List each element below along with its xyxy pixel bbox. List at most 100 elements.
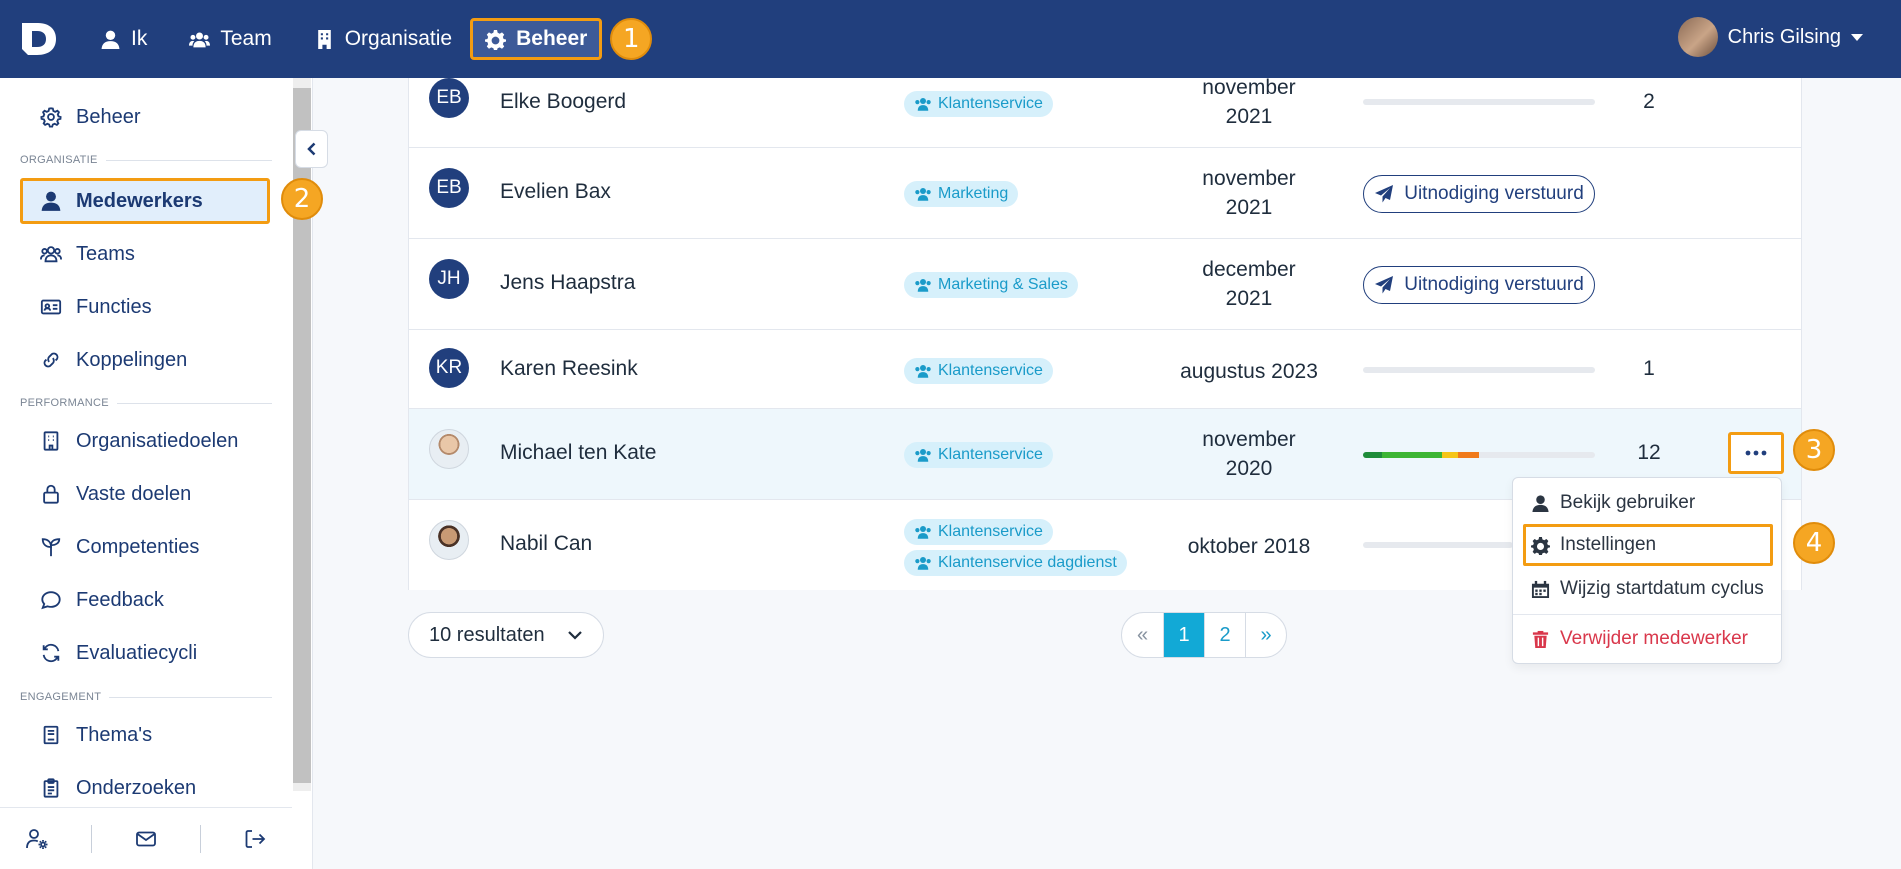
pagination-page-2[interactable]: 2 (1204, 613, 1245, 657)
chat-bubble-icon (41, 591, 61, 610)
start-date: augustus 2023 (1180, 360, 1318, 383)
pagination-page-1[interactable]: 1 (1163, 613, 1204, 657)
team-tags: Klantenservice (904, 358, 1053, 384)
menu-item-view-user[interactable]: Bekijk gebruiker (1523, 482, 1773, 524)
users-icon (915, 449, 931, 462)
employee-name[interactable]: Evelien Bax (500, 180, 611, 204)
top-navbar: Ik Team Organisatie Beheer 1 Chris Gilsi… (0, 0, 1901, 78)
start-date-month: november (1202, 167, 1296, 190)
nav-beheer[interactable]: Beheer (470, 18, 603, 60)
gear-icon (485, 29, 507, 50)
users-icon (915, 188, 931, 201)
sidebar-section-engagement: ENGAGEMENT (20, 691, 272, 703)
sidebar-item-label: Functies (76, 295, 152, 318)
logo-icon[interactable] (18, 19, 58, 59)
nav-team[interactable]: Team (185, 18, 275, 60)
link-icon (43, 352, 59, 368)
chevron-left-icon (306, 142, 315, 156)
user-name: Chris Gilsing (1727, 25, 1841, 48)
table-row[interactable]: KR Karen Reesink Klantenservice augustus… (409, 330, 1801, 409)
users-icon (915, 365, 931, 378)
pagination-next[interactable]: » (1245, 613, 1286, 657)
sidebar-item-functies[interactable]: Functies (20, 284, 270, 330)
sidebar-item-koppelingen[interactable]: Koppelingen (20, 337, 270, 383)
item-count: 2 (1643, 90, 1655, 113)
team-tags: Marketing & Sales (904, 272, 1078, 298)
book-icon (43, 725, 59, 745)
team-tag: Klantenservice dagdienst (904, 550, 1127, 576)
start-date-month: november (1202, 428, 1296, 451)
team-tag-label: Marketing (938, 185, 1009, 202)
caret-down-icon (1851, 33, 1863, 41)
team-tags: Marketing (904, 181, 1019, 207)
team-tag: Klantenservice (904, 358, 1053, 384)
start-date-year: 2021 (1225, 287, 1273, 310)
footer-divider (91, 824, 92, 853)
employee-name[interactable]: Karen Reesink (500, 357, 638, 381)
invitation-label: Uitnodiging verstuurd (1404, 183, 1584, 204)
nav-ik[interactable]: Ik (96, 18, 151, 60)
results-per-page-select[interactable]: 10 resultaten (408, 612, 604, 658)
start-date: oktober 2018 (1187, 535, 1311, 558)
sidebar-item-organisatiedoelen[interactable]: Organisatiedoelen (20, 418, 270, 464)
progress-segment (1458, 452, 1479, 458)
start-date-month: november (1202, 76, 1296, 99)
sidebar-item-beheer[interactable]: Beheer (20, 94, 270, 140)
row-actions-button[interactable] (1728, 432, 1784, 474)
table-row[interactable]: EB Evelien Bax Marketing november 2021 Ui… (409, 148, 1801, 239)
sidebar-item-evaluatiecycli[interactable]: Evaluatiecycli (20, 630, 270, 676)
user-menu[interactable]: Chris Gilsing (1677, 17, 1863, 57)
progress-bar (1363, 367, 1595, 373)
clipboard-icon (43, 778, 59, 798)
users-icon (915, 98, 931, 111)
progress-segment (1441, 452, 1459, 458)
nav-beheer-label: Beheer (516, 27, 588, 50)
table-row[interactable]: EB Elke Boogerd Klantenservice november 2… (409, 76, 1801, 148)
team-tag-label: Klantenservice (938, 362, 1043, 379)
avatar: JH (429, 259, 469, 299)
sidebar-item-competenties[interactable]: Competenties (20, 524, 270, 570)
pagination-previous[interactable]: « (1122, 613, 1163, 657)
envelope-icon (136, 831, 156, 846)
employee-name[interactable]: Jens Haapstra (500, 271, 635, 295)
menu-item-settings[interactable]: Instellingen (1523, 524, 1773, 566)
avatar-photo (429, 520, 469, 560)
table-row[interactable]: JH Jens Haapstra Marketing & Sales decem… (409, 239, 1801, 330)
employee-name[interactable]: Michael ten Kate (500, 441, 656, 465)
sidebar-item-medewerkers[interactable]: Medewerkers (20, 178, 270, 224)
paper-plane-icon (1375, 276, 1394, 294)
users-icon (915, 557, 931, 570)
sidebar-item-onderzoeken[interactable]: Onderzoeken (20, 765, 270, 811)
employee-name[interactable]: Elke Boogerd (500, 90, 626, 114)
step-badge-1: 1 (610, 18, 653, 60)
sidebar-item-teams[interactable]: Teams (20, 231, 270, 277)
team-tag: Klantenservice (904, 519, 1053, 545)
nav-organisatie[interactable]: Organisatie (310, 18, 456, 60)
employee-name[interactable]: Nabil Can (500, 532, 592, 556)
sidebar: Beheer ORGANISATIE Medewerkers Teams Fun… (0, 78, 323, 869)
sidebar-item-label: Onderzoeken (76, 776, 197, 799)
messages-button[interactable] (126, 819, 166, 859)
pagination: « 1 2 » (1121, 612, 1287, 658)
progress-bar (1363, 452, 1595, 458)
collapse-sidebar-button[interactable] (295, 130, 328, 168)
start-date: november 2021 (1159, 73, 1339, 131)
user-settings-button[interactable] (17, 819, 57, 859)
progress-segment (1381, 452, 1442, 458)
team-tag-label: Klantenservice (938, 446, 1043, 463)
row-actions-menu: Bekijk gebruiker Instellingen Wijzig sta… (1512, 477, 1782, 664)
menu-item-delete-employee[interactable]: Verwijder medewerker (1523, 618, 1773, 660)
step-badge-2: 2 (281, 178, 323, 220)
sidebar-item-feedback[interactable]: Feedback (20, 577, 270, 623)
logout-button[interactable] (235, 819, 275, 859)
team-tag-label: Klantenservice dagdienst (938, 554, 1117, 571)
invitation-sent-status[interactable]: Uitnodiging verstuurd (1363, 175, 1595, 213)
results-per-page-value: 10 resultaten (429, 623, 545, 646)
invitation-sent-status[interactable]: Uitnodiging verstuurd (1363, 266, 1595, 304)
user-cog-icon (26, 828, 48, 849)
sidebar-item-vaste-doelen[interactable]: Vaste doelen (20, 471, 270, 517)
sidebar-item-themas[interactable]: Thema's (20, 712, 270, 758)
users-icon (915, 526, 931, 539)
menu-item-change-cycle-start[interactable]: Wijzig startdatum cyclus (1523, 568, 1773, 610)
sidebar-footer (0, 807, 292, 869)
